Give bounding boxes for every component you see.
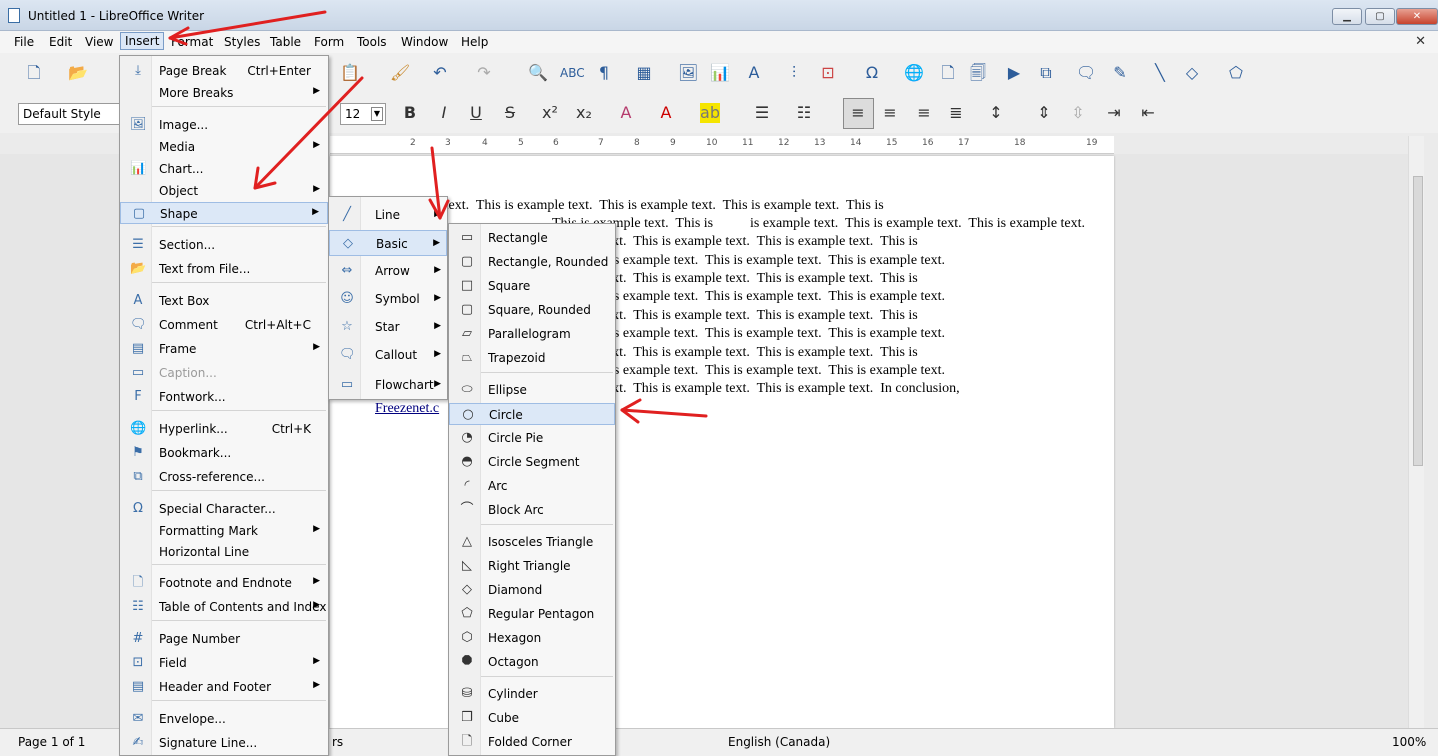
annotation-arrow <box>168 10 327 40</box>
annotation-arrow <box>620 408 708 418</box>
annotation-arrow <box>253 76 364 190</box>
annotation-arrows <box>168 10 708 424</box>
